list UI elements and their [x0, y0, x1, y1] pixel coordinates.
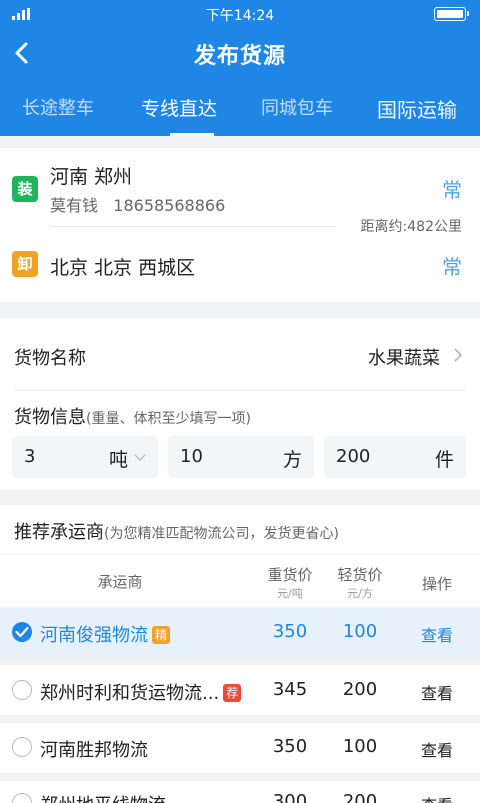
goods-name-select[interactable]: 水果蔬菜 [368, 344, 440, 370]
divider [0, 554, 480, 555]
carrier-name: 河南胜邦物流 [40, 740, 148, 761]
row-separator [0, 773, 480, 781]
radio-unchecked-icon[interactable] [12, 737, 32, 757]
volume-unit: 方 [282, 449, 302, 471]
tab-long-haul[interactable]: 长途整车 [22, 94, 94, 120]
light-price: 200 [342, 791, 378, 803]
goods-info-label: 货物信息(重量、体积至少填写一项) [14, 407, 251, 428]
tab-international[interactable]: 国际运输 [377, 94, 457, 123]
load-location[interactable]: 河南 郑州 [50, 162, 132, 189]
col-header-light-unit: 元/方 [347, 587, 373, 600]
load-contact-phone: 18658568866 [113, 196, 226, 215]
heavy-price: 345 [272, 679, 308, 700]
chevron-right-icon [454, 348, 463, 362]
carrier-row[interactable]: 郑州地平线物流 300 200 查看 [0, 781, 480, 803]
volume-value: 10 [180, 446, 203, 467]
col-header-heavy: 重货价 [267, 566, 313, 584]
unload-frequent-address-button[interactable]: 常 [442, 251, 462, 280]
count-field[interactable]: 200 件 [324, 436, 466, 478]
col-header-light: 轻货价 [337, 566, 383, 584]
light-price: 100 [342, 621, 378, 642]
load-tag: 装 [12, 176, 38, 202]
recommended-badge: 荐 [223, 684, 242, 702]
heavy-price: 300 [272, 791, 308, 803]
chevron-down-icon [134, 454, 146, 461]
heavy-price: 350 [272, 736, 308, 757]
radio-checked-icon[interactable] [12, 622, 32, 642]
weight-value: 3 [24, 446, 36, 467]
carrier-row[interactable]: 河南胜邦物流 350 100 查看 [0, 723, 480, 773]
view-button[interactable]: 查看 [421, 792, 453, 803]
volume-field[interactable]: 10 方 [168, 436, 314, 478]
carrier-row[interactable]: 郑州时利和货运物流... 荐 345 200 查看 [0, 665, 480, 715]
unload-location[interactable]: 北京 北京 西城区 [50, 253, 195, 280]
carriers-title: 推荐承运商(为您精准匹配物流公司，发货更省心) [14, 522, 339, 543]
row-separator [0, 657, 480, 665]
status-time: 下午14:24 [205, 8, 275, 24]
col-header-carrier: 承运商 [97, 573, 143, 591]
divider [50, 226, 335, 227]
load-contact-name: 莫有钱 [50, 196, 99, 215]
carrier-row[interactable]: 河南俊强物流精 350 100 查看 [0, 607, 480, 657]
carrier-name: 郑州时利和货运物流... 荐 [40, 679, 242, 705]
view-button[interactable]: 查看 [421, 680, 453, 704]
light-price: 100 [342, 736, 378, 757]
tab-city-charter[interactable]: 同城包车 [261, 94, 333, 120]
carriers-hint: (为您精准匹配物流公司，发货更省心) [104, 526, 339, 542]
row-separator [0, 715, 480, 723]
featured-badge: 精 [152, 626, 170, 644]
view-button[interactable]: 查看 [421, 737, 453, 761]
light-price: 200 [342, 679, 378, 700]
radio-unchecked-icon[interactable] [12, 680, 32, 700]
page-title: 发布货源 [193, 44, 286, 69]
app-header: 下午14:24 发布货源 长途整车 专线直达 同城包车 国际运输 [0, 0, 480, 136]
tab-active-indicator [170, 133, 214, 136]
goods-name-label: 货物名称 [14, 348, 86, 369]
view-button[interactable]: 查看 [421, 622, 453, 646]
heavy-price: 350 [272, 621, 308, 642]
carrier-name: 河南俊强物流精 [40, 621, 170, 647]
tab-direct-line[interactable]: 专线直达 [141, 94, 217, 121]
status-bar: 下午14:24 [0, 0, 480, 28]
radio-unchecked-icon[interactable] [12, 793, 32, 803]
weight-unit-select[interactable]: 吨 [109, 445, 128, 472]
load-contact[interactable]: 莫有钱 18658568866 [50, 192, 225, 216]
weight-field[interactable]: 3 吨 [12, 436, 158, 478]
count-unit: 件 [434, 449, 454, 471]
carrier-name: 郑州地平线物流 [40, 791, 166, 803]
distance-label: 距离约:482公里 [360, 219, 462, 235]
tab-bar: 长途整车 专线直达 同城包车 国际运输 [0, 88, 480, 136]
load-frequent-address-button[interactable]: 常 [442, 174, 462, 203]
col-header-action: 操作 [421, 575, 452, 593]
goods-info-hint: (重量、体积至少填写一项) [86, 411, 251, 427]
col-header-heavy-unit: 元/吨 [277, 587, 303, 600]
divider [14, 390, 466, 391]
count-value: 200 [336, 446, 371, 467]
unload-tag: 卸 [12, 251, 38, 277]
battery-icon [434, 7, 469, 21]
